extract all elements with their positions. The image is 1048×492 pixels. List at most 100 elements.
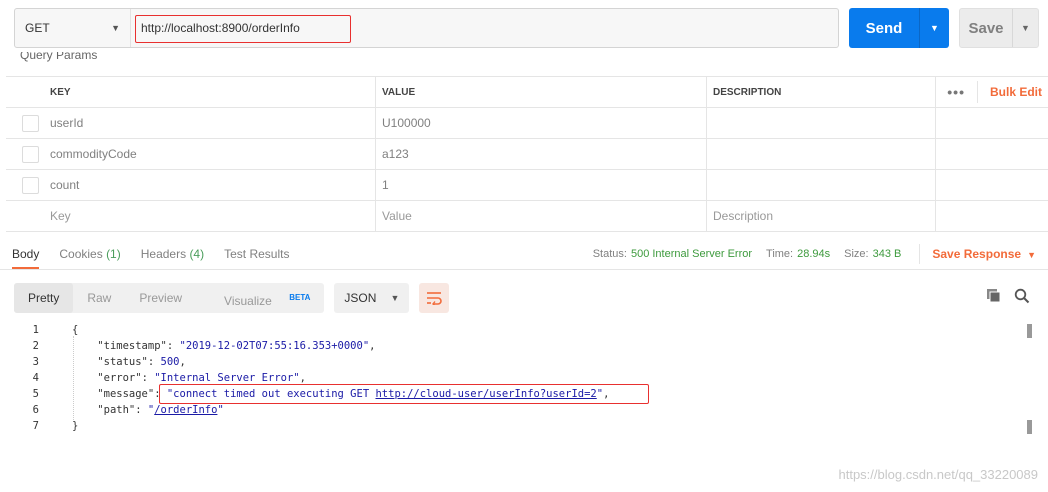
json-key: "timestamp" — [97, 340, 167, 352]
more-options-icon[interactable]: ••• — [947, 84, 965, 100]
view-visualize[interactable]: Visualize BETA — [196, 283, 324, 313]
param-key: count — [50, 178, 80, 192]
row-actions — [936, 139, 1048, 169]
save-button[interactable]: Save ▼ — [959, 8, 1039, 48]
view-raw[interactable]: Raw — [73, 283, 125, 313]
view-mode-segmented: Pretty Raw Preview Visualize BETA — [14, 283, 325, 313]
key-placeholder: Key — [50, 209, 71, 223]
view-preview[interactable]: Preview — [125, 283, 196, 313]
row-check-cell — [6, 170, 44, 200]
new-param-row: Key Value Description — [6, 201, 1048, 232]
bulk-edit-link[interactable]: Bulk Edit — [990, 85, 1042, 99]
row-check-cell — [6, 108, 44, 138]
param-description-cell[interactable] — [707, 170, 936, 200]
new-value-input[interactable]: Value — [376, 201, 707, 231]
status-divider — [919, 244, 921, 264]
chevron-down-icon: ▼ — [111, 23, 120, 33]
code-line: 3 "status": 500, — [0, 354, 1048, 370]
search-icon[interactable] — [1014, 288, 1030, 304]
save-dropdown-icon[interactable]: ▼ — [1013, 23, 1038, 33]
scrollbar-marker-top[interactable] — [1027, 324, 1032, 338]
line-number: 1 — [32, 324, 39, 336]
status-value[interactable]: 500 Internal Server Error — [631, 248, 752, 260]
table-row: commodityCode a123 — [6, 139, 1048, 170]
param-value-cell[interactable]: 1 — [376, 170, 707, 200]
param-description-cell[interactable] — [707, 139, 936, 169]
tab-headers[interactable]: Headers (4) — [141, 247, 204, 269]
time-label: Time: — [766, 248, 794, 260]
json-key: "path" — [97, 404, 136, 416]
table-row: userId U100000 — [6, 108, 1048, 139]
param-key-cell[interactable]: count — [44, 170, 376, 200]
beta-badge: BETA — [289, 293, 311, 302]
path-link[interactable]: /orderInfo — [154, 404, 217, 416]
tab-cookies[interactable]: Cookies (1) — [59, 247, 120, 269]
code-text: "error": "Internal Server Error", — [97, 372, 306, 384]
line-number: 4 — [32, 372, 39, 384]
tab-test-results[interactable]: Test Results — [224, 247, 289, 269]
row-checkbox[interactable] — [22, 145, 39, 163]
line-number: 2 — [32, 340, 39, 352]
message-url-link[interactable]: http://cloud-user/userInfo?userId=2 — [375, 388, 596, 400]
json-string-end: " — [217, 404, 224, 416]
new-key-input[interactable]: Key — [44, 201, 376, 231]
json-string-end: " — [596, 388, 604, 400]
row-checkbox[interactable] — [22, 176, 39, 194]
line-number: 6 — [32, 404, 39, 416]
param-value-cell[interactable]: U100000 — [376, 108, 707, 138]
param-key-cell[interactable]: commodityCode — [44, 139, 376, 169]
response-body-code[interactable]: 1 { 2 "timestamp": "2019-12-02T07:55:16.… — [0, 322, 1048, 492]
wrap-lines-icon — [427, 292, 443, 305]
line-number: 5 — [32, 388, 39, 400]
status-area: Status: 500 Internal Server Error Time: … — [593, 244, 1036, 264]
param-value: 1 — [382, 178, 389, 192]
query-params-heading: Query Params — [20, 52, 98, 62]
param-key-cell[interactable]: userId — [44, 108, 376, 138]
row-checkbox[interactable] — [22, 114, 39, 132]
copy-icon[interactable] — [986, 288, 1002, 304]
new-description-input[interactable]: Description — [707, 201, 936, 231]
view-pretty[interactable]: Pretty — [14, 283, 74, 313]
code-line: 1 { — [0, 322, 1048, 338]
line-gutter — [47, 386, 72, 402]
code-line: 2 "timestamp": "2019-12-02T07:55:16.353+… — [0, 338, 1048, 354]
header-check-cell — [6, 77, 44, 107]
scrollbar-marker-bottom[interactable] — [1027, 420, 1032, 434]
visualize-label: Visualize — [224, 294, 272, 308]
param-key: userId — [50, 116, 84, 130]
json-string: "Internal Server Error" — [154, 372, 300, 384]
url-highlight-box — [135, 15, 351, 43]
param-value: U100000 — [382, 116, 431, 130]
send-dropdown-icon[interactable]: ▼ — [920, 23, 949, 33]
wrap-lines-button[interactable] — [419, 283, 450, 313]
url-input[interactable]: http://localhost:8900/orderInfo — [131, 9, 838, 47]
cookies-count: (1) — [106, 247, 121, 261]
size-value[interactable]: 343 B — [873, 248, 902, 260]
params-header-row: KEY VALUE DESCRIPTION ••• Bulk Edit — [6, 77, 1048, 108]
status-label: Status: — [592, 248, 627, 260]
send-button[interactable]: Send ▼ — [849, 8, 949, 48]
param-value: a123 — [382, 147, 409, 161]
table-row: count 1 — [6, 170, 1048, 201]
json-number: 500 — [160, 356, 180, 368]
line-gutter — [47, 338, 72, 354]
method-select[interactable]: GET ▼ — [15, 9, 131, 47]
row-actions — [936, 201, 1048, 231]
param-value-cell[interactable]: a123 — [376, 139, 707, 169]
value-placeholder: Value — [382, 209, 412, 223]
code-line: 7 } — [0, 418, 1048, 434]
code-text: "path": "/orderInfo" — [97, 404, 224, 416]
tab-body[interactable]: Body — [12, 247, 40, 269]
header-actions: ••• Bulk Edit — [936, 77, 1048, 107]
chevron-down-icon: ▼ — [390, 293, 400, 303]
code-text: "message": "connect timed out executing … — [97, 388, 610, 400]
chevron-down-icon: ▼ — [1027, 250, 1036, 260]
param-description-cell[interactable] — [707, 108, 936, 138]
header-key: KEY — [44, 77, 376, 107]
code-line: 5 "message": "connect timed out executin… — [0, 386, 1048, 402]
save-response-button[interactable]: Save Response ▼ — [932, 247, 1036, 261]
code-line: 6 "path": "/orderInfo" — [0, 402, 1048, 418]
row-actions — [936, 108, 1048, 138]
time-value[interactable]: 28.94s — [797, 248, 830, 260]
format-select[interactable]: JSON ▼ — [334, 283, 410, 313]
